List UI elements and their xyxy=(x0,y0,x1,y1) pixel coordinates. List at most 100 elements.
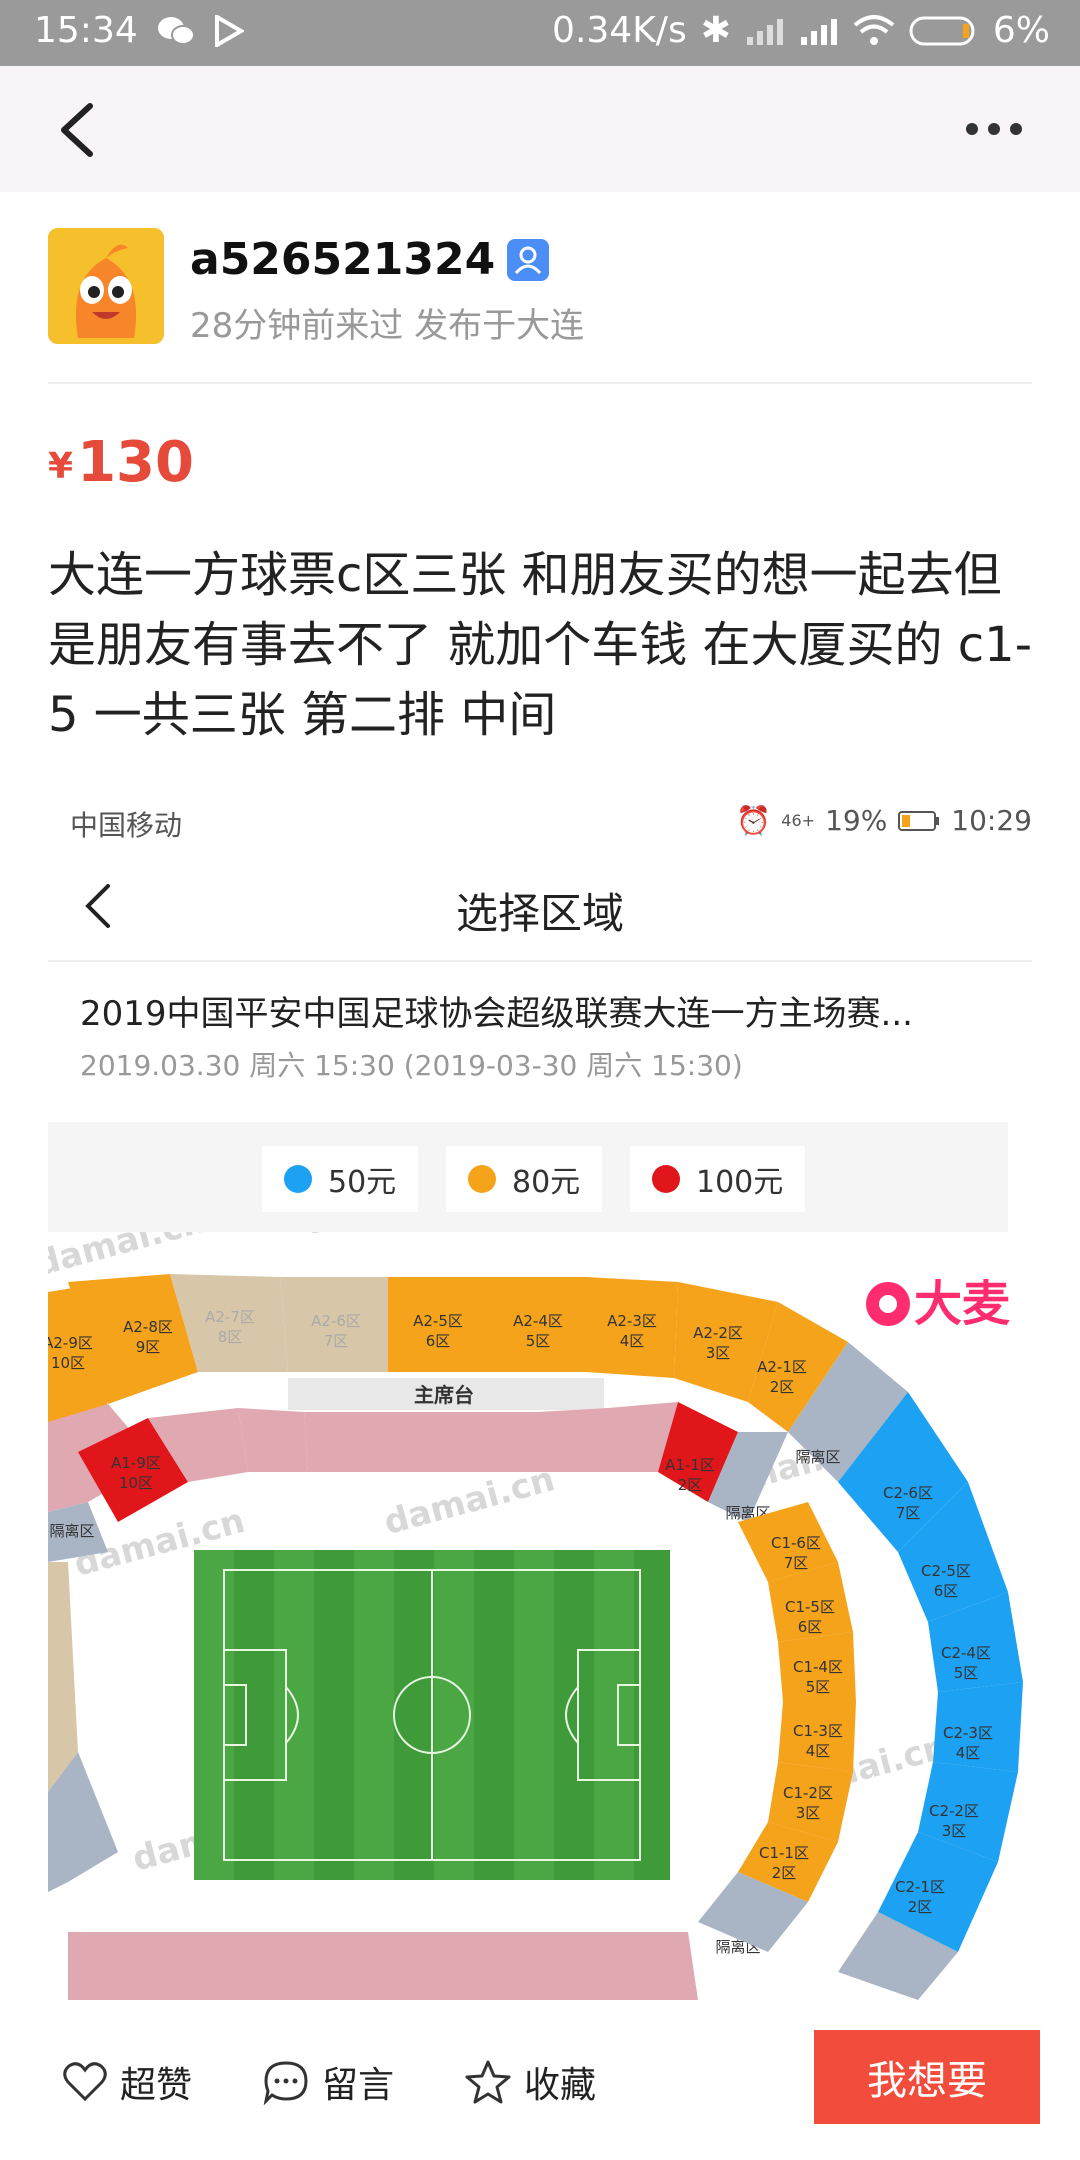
star-icon xyxy=(465,2060,511,2104)
svg-text:A2-6区: A2-6区 xyxy=(311,1312,361,1330)
event-title: 2019中国平安中国足球协会超级联赛大连一方主场赛... xyxy=(80,994,913,1034)
status-bar: 15:34 0.34K/s ✱ 6% xyxy=(0,0,1080,66)
svg-text:A2-1区: A2-1区 xyxy=(757,1358,807,1376)
svg-text:C2-6区: C2-6区 xyxy=(883,1484,933,1502)
want-button[interactable]: 我想要 xyxy=(814,2030,1040,2124)
comment-bubble-icon xyxy=(263,2061,308,2105)
image-operator: 中国移动 xyxy=(70,809,183,842)
svg-text:A1-1区: A1-1区 xyxy=(665,1456,715,1474)
svg-text:7区: 7区 xyxy=(896,1504,921,1522)
svg-text:大麦: 大麦 xyxy=(914,1276,1010,1332)
stadium-map: damai.cn damai.cn damai.cn damai.cn dama… xyxy=(48,1232,1032,2000)
svg-text:6区: 6区 xyxy=(798,1618,823,1636)
svg-text:C1-3区: C1-3区 xyxy=(793,1722,843,1740)
svg-text:C2-5区: C2-5区 xyxy=(921,1562,971,1580)
top-nav-bar xyxy=(0,66,1080,192)
svg-text:C1-1区: C1-1区 xyxy=(759,1844,809,1862)
legend-label: 100元 xyxy=(696,1165,784,1200)
svg-text:7区: 7区 xyxy=(324,1332,349,1350)
legend-label: 50元 xyxy=(328,1165,397,1200)
like-button[interactable]: 超赞 xyxy=(62,2056,192,2108)
damai-logo: 大麦 xyxy=(866,1276,1010,1332)
svg-text:10区: 10区 xyxy=(119,1474,153,1492)
svg-text:6区: 6区 xyxy=(426,1332,451,1350)
svg-text:2区: 2区 xyxy=(772,1864,797,1882)
svg-text:A2-9区: A2-9区 xyxy=(48,1334,93,1352)
svg-text:7区: 7区 xyxy=(784,1554,809,1572)
like-label: 超赞 xyxy=(120,2065,193,2106)
image-status-bar: 中国移动 ⏰ 46+ 19% 10:29 xyxy=(48,790,1032,850)
svg-text:2区: 2区 xyxy=(908,1898,933,1916)
wechat-icon xyxy=(157,16,195,45)
listing-description: 大连一方球票c区三张 和朋友买的想一起去但是朋友有事去不了 就加个车钱 在大厦买… xyxy=(48,547,1033,743)
svg-text:A2-3区: A2-3区 xyxy=(607,1312,657,1330)
svg-text:3区: 3区 xyxy=(796,1804,821,1822)
image-battery: 19% xyxy=(825,804,888,837)
seller-meta: 28分钟前来过 发布于大连 xyxy=(190,306,585,346)
verified-badge-icon xyxy=(507,238,550,281)
svg-text:2区: 2区 xyxy=(678,1476,703,1494)
svg-text:damai.cn: damai.cn xyxy=(300,1232,479,1244)
wifi-icon xyxy=(853,14,895,45)
seller-info[interactable]: a526521324 28分钟前来过 发布于大连 xyxy=(48,228,1048,388)
price-legend: 50元 80元 100元 xyxy=(48,1122,1008,1232)
svg-text:A2-5区: A2-5区 xyxy=(413,1312,463,1330)
image-header: 选择区域 xyxy=(48,850,1032,962)
sim-signal-icon xyxy=(746,18,783,45)
signal-icon xyxy=(800,18,837,45)
svg-text:C1-2区: C1-2区 xyxy=(783,1784,833,1802)
play-store-icon xyxy=(214,14,244,47)
svg-text:6区: 6区 xyxy=(934,1582,959,1600)
event-info: 2019中国平安中国足球协会超级联赛大连一方主场赛... 2019.03.30 … xyxy=(48,962,1032,1112)
svg-text:5区: 5区 xyxy=(806,1678,831,1696)
favorite-button[interactable]: 收藏 xyxy=(464,2056,596,2108)
svg-text:主席台: 主席台 xyxy=(414,1383,474,1407)
legend-item: 80元 xyxy=(446,1146,603,1212)
svg-text:4区: 4区 xyxy=(806,1742,831,1760)
image-header-title: 选择区域 xyxy=(455,889,624,938)
battery-level: 6% xyxy=(992,10,1050,51)
more-dots-icon[interactable] xyxy=(966,114,1030,144)
svg-text:C2-1区: C2-1区 xyxy=(895,1878,945,1896)
svg-text:C2-3区: C2-3区 xyxy=(943,1724,993,1742)
favorite-label: 收藏 xyxy=(524,2065,597,2106)
seller-username[interactable]: a526521324 xyxy=(190,234,495,285)
mascot-avatar-image xyxy=(48,228,164,344)
svg-text:隔离区: 隔离区 xyxy=(49,1522,94,1540)
price: ¥ 130 xyxy=(48,430,194,495)
svg-text:5区: 5区 xyxy=(526,1332,551,1350)
legend-label: 80元 xyxy=(512,1165,581,1200)
comment-label: 留言 xyxy=(322,2065,395,2106)
svg-text:C1-5区: C1-5区 xyxy=(785,1598,835,1616)
svg-text:A2-8区: A2-8区 xyxy=(123,1318,173,1336)
legend-item: 50元 xyxy=(262,1146,419,1212)
svg-text:C2-4区: C2-4区 xyxy=(941,1644,991,1662)
legend-dot-icon xyxy=(468,1165,496,1193)
comment-button[interactable]: 留言 xyxy=(262,2056,394,2108)
avatar[interactable] xyxy=(48,228,164,344)
svg-text:A2-7区: A2-7区 xyxy=(205,1308,255,1326)
legend-dot-icon xyxy=(652,1165,680,1193)
image-signal: 46+ xyxy=(781,811,816,830)
svg-text:4区: 4区 xyxy=(956,1744,981,1762)
svg-text:5区: 5区 xyxy=(954,1664,979,1682)
bluetooth-icon: ✱ xyxy=(700,10,731,51)
heart-icon xyxy=(63,2062,107,2102)
svg-text:C1-6区: C1-6区 xyxy=(771,1534,821,1552)
svg-text:10区: 10区 xyxy=(51,1354,85,1372)
svg-text:C2-2区: C2-2区 xyxy=(929,1802,979,1820)
svg-text:A2-2区: A2-2区 xyxy=(693,1324,743,1342)
svg-text:3区: 3区 xyxy=(706,1344,731,1362)
legend-item: 100元 xyxy=(630,1146,806,1212)
battery-icon xyxy=(898,810,940,831)
price-value: 130 xyxy=(77,430,194,495)
chevron-left-icon[interactable] xyxy=(50,100,110,160)
listing-image[interactable]: 中国移动 ⏰ 46+ 19% 10:29 选择区域 2019中国平安中国足球协会… xyxy=(48,790,1032,2000)
svg-text:A1-9区: A1-9区 xyxy=(111,1454,161,1472)
svg-text:2区: 2区 xyxy=(770,1378,795,1396)
network-speed: 0.34K/s xyxy=(552,10,687,51)
svg-text:隔离区: 隔离区 xyxy=(795,1448,840,1466)
event-date: 2019.03.30 周六 15:30 (2019-03-30 周六 15:30… xyxy=(80,1049,743,1082)
legend-dot-icon xyxy=(284,1165,312,1193)
svg-text:8区: 8区 xyxy=(218,1328,243,1346)
